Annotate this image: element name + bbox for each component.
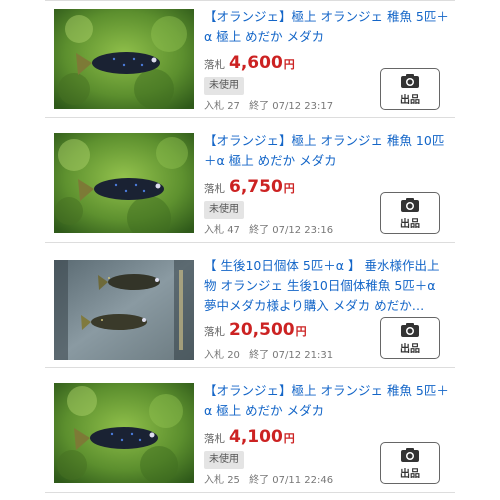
- bids-label: 入札: [204, 350, 224, 361]
- price-label: 落札: [204, 326, 225, 338]
- item-thumbnail[interactable]: [54, 383, 194, 483]
- item-thumbnail[interactable]: [54, 133, 194, 233]
- price-row: 落札 4,600 円: [204, 53, 295, 75]
- price-value: 20,500: [229, 320, 295, 340]
- medaka-fish-tank-photo-icon: [54, 260, 194, 360]
- camera-icon: [400, 447, 420, 463]
- end-time: 07/12 23:16: [272, 225, 334, 236]
- list-item[interactable]: 【オランジェ】極上 オランジェ 稚魚 10匹＋α 極上 めだか メダカ 落札 6…: [45, 125, 455, 243]
- condition-badge: 未使用: [204, 77, 244, 95]
- item-meta: 入札 27 終了 07/12 23:17: [204, 97, 333, 112]
- seller-listings-button[interactable]: 出品: [380, 192, 440, 234]
- currency-label: 円: [295, 325, 307, 338]
- list-item[interactable]: 【オランジェ】極上 オランジェ 稚魚 5匹＋α 極上 めだか メダカ 落札 4,…: [45, 375, 455, 493]
- camera-icon: [400, 197, 420, 213]
- camera-icon: [400, 73, 420, 89]
- seller-listings-button[interactable]: 出品: [380, 317, 440, 359]
- price-row: 落札 4,100 円: [204, 427, 295, 449]
- item-thumbnail[interactable]: [54, 9, 194, 109]
- bids-count: 25: [227, 475, 240, 486]
- item-meta: 入札 47 終了 07/12 23:16: [204, 221, 333, 236]
- price-label: 落札: [204, 433, 225, 445]
- medaka-fish-photo-icon: [54, 383, 194, 483]
- list-item[interactable]: 【オランジェ】極上 オランジェ 稚魚 5匹＋α 極上 めだか メダカ 落札 4,…: [45, 0, 455, 118]
- currency-label: 円: [283, 182, 295, 195]
- end-time: 07/12 21:31: [272, 350, 334, 361]
- item-title-link[interactable]: 【 生後10日個体 5匹＋α 】 垂水様作出上物 オランジェ 生後10日個体稚魚…: [204, 256, 450, 318]
- auction-result-list: 【オランジェ】極上 オランジェ 稚魚 5匹＋α 極上 めだか メダカ 落札 4,…: [0, 0, 500, 500]
- seller-button-label: 出品: [400, 218, 420, 230]
- end-time: 07/12 23:17: [272, 101, 334, 112]
- seller-listings-button[interactable]: 出品: [380, 442, 440, 484]
- bids-label: 入札: [204, 225, 224, 236]
- price-row: 落札 20,500 円: [204, 320, 307, 342]
- list-item[interactable]: 【 生後10日個体 5匹＋α 】 垂水様作出上物 オランジェ 生後10日個体稚魚…: [45, 250, 455, 368]
- currency-label: 円: [283, 58, 295, 71]
- price-value: 6,750: [229, 177, 283, 197]
- seller-listings-button[interactable]: 出品: [380, 68, 440, 110]
- item-meta: 入札 20 終了 07/12 21:31: [204, 346, 333, 361]
- seller-button-label: 出品: [400, 94, 420, 106]
- price-value: 4,100: [229, 427, 283, 447]
- bids-count: 20: [227, 350, 240, 361]
- seller-button-label: 出品: [400, 343, 420, 355]
- price-label: 落札: [204, 59, 225, 71]
- medaka-fish-photo-icon: [54, 133, 194, 233]
- price-row: 落札 6,750 円: [204, 177, 295, 199]
- item-title-link[interactable]: 【オランジェ】極上 オランジェ 稚魚 5匹＋α 極上 めだか メダカ: [204, 7, 450, 51]
- price-label: 落札: [204, 183, 225, 195]
- bids-count: 27: [227, 101, 240, 112]
- bids-count: 47: [227, 225, 240, 236]
- bids-label: 入札: [204, 101, 224, 112]
- end-label: 終了: [249, 350, 270, 361]
- item-title-link[interactable]: 【オランジェ】極上 オランジェ 稚魚 10匹＋α 極上 めだか メダカ: [204, 131, 450, 175]
- currency-label: 円: [283, 432, 295, 445]
- condition-badge: 未使用: [204, 451, 244, 469]
- bids-label: 入札: [204, 475, 224, 486]
- condition-badge: 未使用: [204, 201, 244, 219]
- seller-button-label: 出品: [400, 468, 420, 480]
- price-value: 4,600: [229, 53, 283, 73]
- end-label: 終了: [249, 225, 270, 236]
- end-label: 終了: [249, 475, 270, 486]
- end-time: 07/11 22:46: [272, 475, 334, 486]
- medaka-fish-photo-icon: [54, 9, 194, 109]
- camera-icon: [400, 322, 420, 338]
- item-title-link[interactable]: 【オランジェ】極上 オランジェ 稚魚 5匹＋α 極上 めだか メダカ: [204, 381, 450, 425]
- end-label: 終了: [249, 101, 270, 112]
- item-thumbnail[interactable]: [54, 260, 194, 360]
- item-meta: 入札 25 終了 07/11 22:46: [204, 471, 333, 486]
